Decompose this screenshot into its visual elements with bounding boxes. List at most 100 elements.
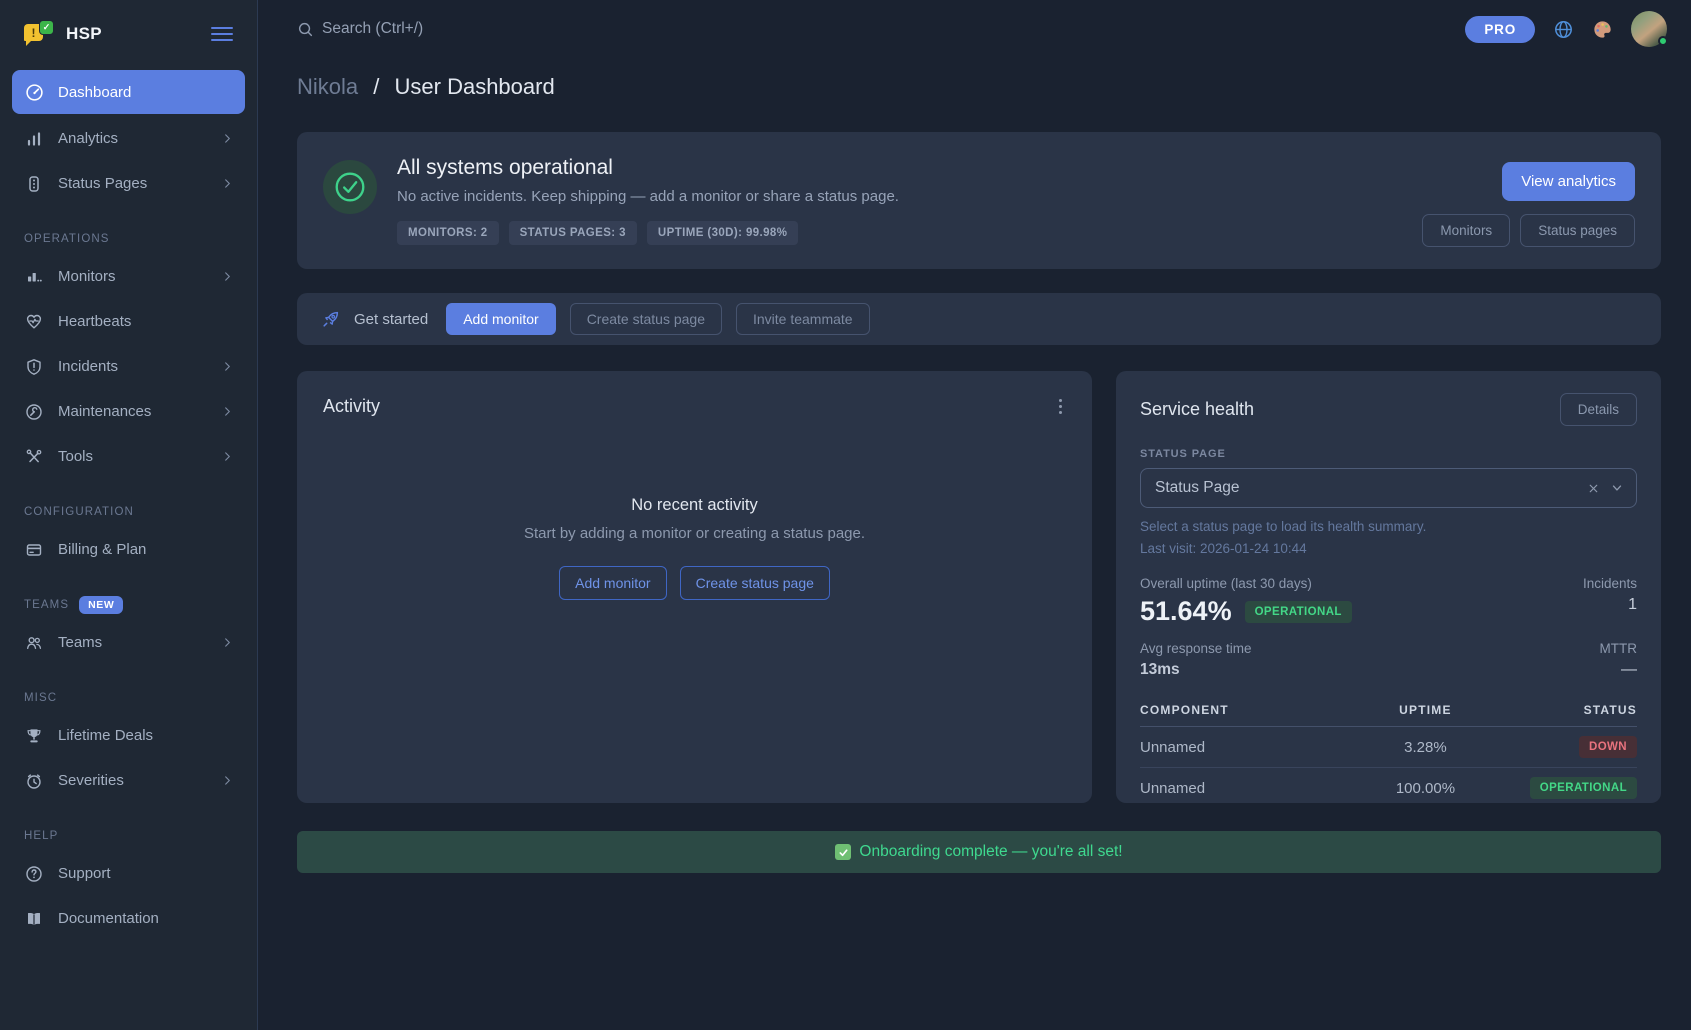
page-content: Nikola / User Dashboard All systems oper… bbox=[258, 58, 1691, 1030]
status-badges: MONITORS: 2 STATUS PAGES: 3 UPTIME (30D)… bbox=[397, 221, 899, 245]
down-status-badge: DOWN bbox=[1579, 736, 1637, 758]
chevron-right-icon bbox=[221, 132, 235, 145]
check-circle-icon bbox=[323, 160, 377, 214]
get-started-label: Get started bbox=[354, 311, 428, 328]
get-started-bar: Get started Add monitor Create status pa… bbox=[297, 293, 1661, 345]
traffic-light-icon bbox=[24, 175, 44, 193]
status-pages-count-badge: STATUS PAGES: 3 bbox=[509, 221, 637, 245]
hamburger-menu-icon[interactable] bbox=[211, 23, 233, 45]
people-icon bbox=[24, 634, 44, 652]
clear-selection-icon[interactable] bbox=[1587, 482, 1600, 495]
status-page-select[interactable]: Status Page bbox=[1140, 468, 1637, 508]
add-monitor-button[interactable]: Add monitor bbox=[559, 566, 666, 600]
sidebar-item-dashboard[interactable]: Dashboard bbox=[12, 70, 245, 114]
last-visit-text: Last visit: 2026-01-24 10:44 bbox=[1140, 541, 1637, 556]
operational-status-badge: OPERATIONAL bbox=[1530, 777, 1637, 799]
hero-secondary-actions: Monitors Status pages bbox=[1422, 214, 1635, 247]
search-bar[interactable] bbox=[297, 20, 1465, 38]
cards-row: Activity No recent activity Start by add… bbox=[297, 371, 1661, 803]
operational-status-badge: OPERATIONAL bbox=[1245, 601, 1352, 623]
component-column-header: COMPONENT bbox=[1140, 703, 1348, 717]
globe-icon[interactable] bbox=[1553, 19, 1574, 40]
sidebar-item-support[interactable]: Support bbox=[0, 851, 257, 896]
overall-uptime-stat: Overall uptime (last 30 days) 51.64% OPE… bbox=[1140, 576, 1352, 627]
kebab-menu-icon[interactable] bbox=[1055, 395, 1066, 418]
create-status-page-button[interactable]: Create status page bbox=[570, 303, 722, 335]
avg-response-label: Avg response time bbox=[1140, 641, 1252, 656]
sidebar-item-incidents[interactable]: Incidents bbox=[0, 344, 257, 389]
uptime-column-header: UPTIME bbox=[1348, 703, 1502, 717]
component-uptime: 100.00% bbox=[1348, 780, 1502, 797]
page-title: User Dashboard bbox=[395, 74, 555, 99]
empty-state-title: No recent activity bbox=[323, 496, 1066, 515]
incidents-value: 1 bbox=[1583, 596, 1637, 614]
component-uptime: 3.28% bbox=[1348, 739, 1502, 756]
section-teams: TEAMS NEW bbox=[0, 596, 257, 614]
logo-row: ! ✓ HSP bbox=[0, 14, 257, 54]
add-monitor-button[interactable]: Add monitor bbox=[446, 303, 555, 335]
sidebar-item-maintenances[interactable]: Maintenances bbox=[0, 389, 257, 434]
details-button[interactable]: Details bbox=[1560, 393, 1637, 426]
onboarding-banner-text: Onboarding complete — you're all set! bbox=[859, 843, 1122, 861]
uptime-badge: UPTIME (30D): 99.98% bbox=[647, 221, 798, 245]
chevron-down-icon[interactable] bbox=[1610, 481, 1624, 495]
gauge-icon bbox=[24, 83, 44, 101]
component-name: Unnamed bbox=[1140, 780, 1348, 797]
hero-actions: View analytics Monitors Status pages bbox=[1422, 156, 1635, 247]
sidebar-item-lifetime-deals[interactable]: Lifetime Deals bbox=[0, 713, 257, 758]
avg-response-stat: Avg response time 13ms bbox=[1140, 641, 1252, 679]
uptime-stats-row: Overall uptime (last 30 days) 51.64% OPE… bbox=[1140, 576, 1637, 627]
sidebar-nav: Dashboard Analytics Status Pages OPERATI… bbox=[0, 70, 257, 941]
monitors-count-badge: MONITORS: 2 bbox=[397, 221, 499, 245]
rocket-icon bbox=[321, 310, 340, 329]
sidebar-item-heartbeats[interactable]: Heartbeats bbox=[0, 299, 257, 344]
topbar: PRO bbox=[258, 0, 1691, 58]
status-pages-button[interactable]: Status pages bbox=[1520, 214, 1635, 247]
view-analytics-button[interactable]: View analytics bbox=[1502, 162, 1635, 201]
chevron-right-icon bbox=[221, 177, 235, 190]
sidebar-item-analytics[interactable]: Analytics bbox=[0, 116, 257, 161]
table-row[interactable]: Unnamed 100.00% OPERATIONAL bbox=[1140, 768, 1637, 803]
check-badge-icon: ✓ bbox=[39, 20, 54, 35]
hero-text: All systems operational No active incide… bbox=[397, 156, 899, 247]
system-status-card: All systems operational No active incide… bbox=[297, 132, 1661, 269]
section-configuration: CONFIGURATION bbox=[0, 503, 257, 521]
breadcrumb-parent[interactable]: Nikola bbox=[297, 74, 358, 99]
sidebar-item-billing[interactable]: Billing & Plan bbox=[0, 527, 257, 572]
sidebar-item-tools[interactable]: Tools bbox=[0, 434, 257, 479]
table-row[interactable]: Unnamed 3.28% DOWN bbox=[1140, 727, 1637, 768]
heartbeat-icon bbox=[24, 313, 44, 331]
mttr-stat: MTTR — bbox=[1600, 641, 1638, 679]
chevron-right-icon bbox=[221, 270, 235, 283]
main-area: PRO Nikola / User Dashboard All systems … bbox=[258, 0, 1691, 1030]
sidebar-item-status-pages[interactable]: Status Pages bbox=[0, 161, 257, 206]
service-health-title: Service health bbox=[1140, 399, 1254, 420]
create-status-page-button[interactable]: Create status page bbox=[680, 566, 830, 600]
search-icon bbox=[297, 21, 314, 38]
alarm-clock-icon bbox=[24, 772, 44, 790]
search-input[interactable] bbox=[322, 20, 682, 38]
activity-empty-state: No recent activity Start by adding a mon… bbox=[323, 496, 1066, 600]
activity-title: Activity bbox=[323, 396, 380, 417]
pro-badge[interactable]: PRO bbox=[1465, 16, 1535, 43]
sidebar-item-severities[interactable]: Severities bbox=[0, 758, 257, 803]
status-page-field-label: STATUS PAGE bbox=[1140, 448, 1637, 460]
section-help: HELP bbox=[0, 827, 257, 845]
sidebar-item-teams[interactable]: Teams bbox=[0, 620, 257, 665]
incidents-label: Incidents bbox=[1583, 576, 1637, 591]
sidebar-item-monitors[interactable]: Monitors bbox=[0, 254, 257, 299]
activity-header: Activity bbox=[323, 395, 1066, 418]
service-health-card: Service health Details STATUS PAGE Statu… bbox=[1116, 371, 1661, 803]
wrench-circle-icon bbox=[24, 403, 44, 421]
chevron-right-icon bbox=[221, 360, 235, 373]
invite-teammate-button[interactable]: Invite teammate bbox=[736, 303, 870, 335]
empty-state-subtitle: Start by adding a monitor or creating a … bbox=[323, 525, 1066, 542]
status-page-select-value: Status Page bbox=[1155, 479, 1587, 497]
sidebar-item-documentation[interactable]: Documentation bbox=[0, 896, 257, 941]
user-avatar[interactable] bbox=[1631, 11, 1667, 47]
topbar-actions: PRO bbox=[1465, 11, 1667, 47]
palette-icon[interactable] bbox=[1592, 19, 1613, 40]
book-icon bbox=[24, 910, 44, 928]
monitors-button[interactable]: Monitors bbox=[1422, 214, 1510, 247]
tools-icon bbox=[24, 448, 44, 466]
